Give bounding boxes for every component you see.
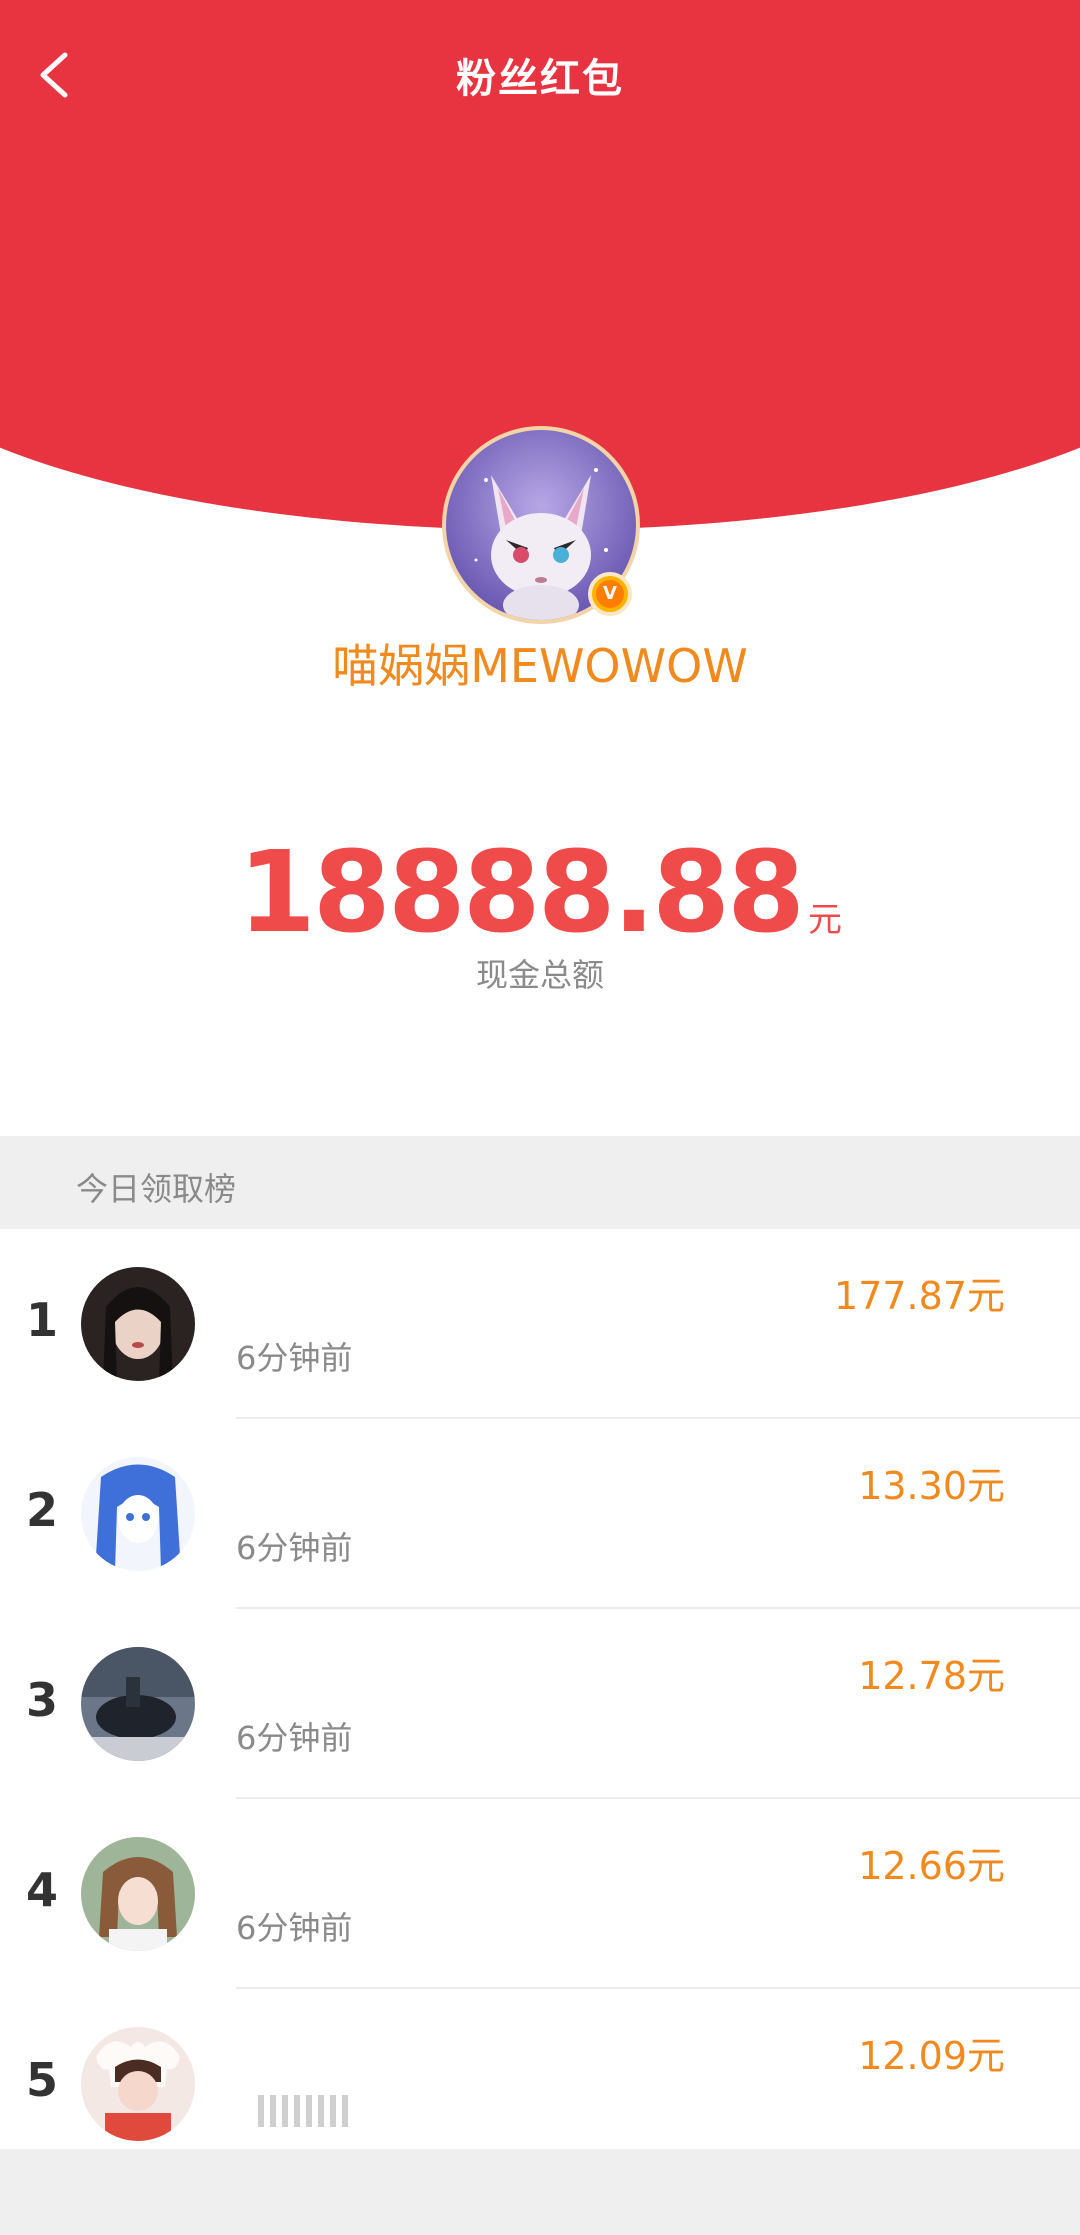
list-item[interactable]: 2 13.30元 6分钟前	[0, 1419, 1080, 1609]
total-amount: 18888.88 元	[0, 828, 1080, 958]
received-time: 6分钟前	[236, 1339, 353, 1377]
received-time: 6分钟前	[236, 1719, 353, 1757]
received-amount: 12.66元	[858, 1844, 1005, 1888]
rank-number: 4	[25, 1863, 58, 1917]
received-amount: 13.30元	[858, 1464, 1005, 1508]
avatar[interactable]	[81, 1647, 195, 1761]
ranking-list: 1 177.87元 6分钟前 2 13.30元 6分钟前 3 12.78元 6分…	[0, 1229, 1080, 2179]
blurred-time-text	[258, 2095, 348, 2127]
avatar[interactable]	[81, 2027, 195, 2141]
rank-number: 5	[25, 2053, 58, 2107]
red-packet-page: 粉丝红包 V 喵娲娲MEWOWOW 18888.88 元 现金总额 今日领取榜 …	[0, 0, 1080, 2235]
avatar[interactable]	[81, 1267, 195, 1381]
received-time: 6分钟前	[236, 1529, 353, 1567]
rank-number: 1	[25, 1293, 58, 1347]
rank-number: 3	[25, 1673, 58, 1727]
verified-badge-icon: V	[588, 572, 632, 616]
navigation-bar: 粉丝红包	[0, 0, 1080, 150]
ranking-section-header: 今日领取榜	[0, 1136, 1080, 1229]
total-amount-label: 现金总额	[475, 956, 604, 994]
received-time: 6分钟前	[236, 1909, 353, 1947]
ranking-title: 今日领取榜	[76, 1170, 237, 1208]
list-item[interactable]: 3 12.78元 6分钟前	[0, 1609, 1080, 1799]
received-amount: 177.87元	[834, 1274, 1005, 1318]
list-item[interactable]: 1 177.87元 6分钟前	[0, 1229, 1080, 1419]
page-title: 粉丝红包	[456, 56, 624, 102]
received-amount: 12.78元	[858, 1654, 1005, 1698]
total-amount-value: 18888.88	[237, 828, 805, 958]
avatar[interactable]	[81, 1837, 195, 1951]
list-item[interactable]: 4 12.66元 6分钟前	[0, 1799, 1080, 1989]
total-amount-unit: 元	[808, 900, 843, 940]
received-amount: 12.09元	[858, 2034, 1005, 2078]
avatar[interactable]	[81, 1457, 195, 1571]
rank-number: 2	[25, 1483, 58, 1537]
bottom-gray-bar	[0, 2149, 1080, 2235]
creator-name[interactable]: 喵娲娲MEWOWOW	[0, 630, 1080, 696]
